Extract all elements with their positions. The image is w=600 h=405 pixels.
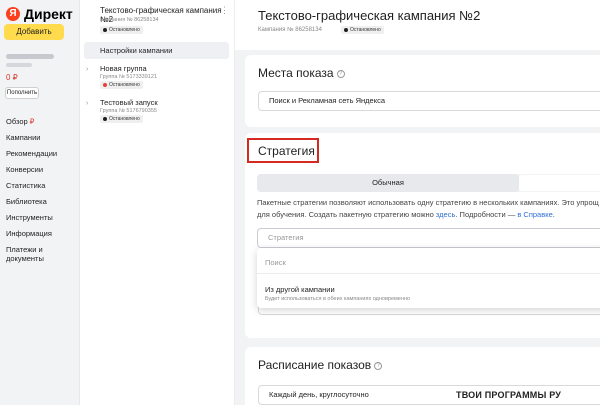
dropdown-option-hint: Будет использоваться в обеих кампаниях о… [265, 296, 410, 302]
nav-item-library[interactable]: Библиотека [6, 194, 66, 210]
status-badge: Остановлено [100, 115, 143, 123]
status-text: Остановлено [350, 27, 381, 33]
info-icon[interactable]: ? [374, 361, 383, 370]
account-login-blurred [6, 63, 32, 67]
divider [257, 273, 600, 274]
group-item[interactable]: › Новая группа Группа № 5173339121 Остан… [84, 64, 229, 92]
status-dot-icon [103, 117, 107, 121]
campaign-number: Кампания № 86258134 [258, 27, 322, 33]
nav-item-campaigns[interactable]: Кампании [6, 130, 66, 146]
status-badge: Остановлено [341, 26, 384, 34]
strategy-select[interactable]: Стратегия [257, 228, 600, 248]
placement-select[interactable]: Поиск и Рекламная сеть Яндекса [258, 91, 600, 111]
nav-menu: Обзор ₽ Кампании Рекомендации Конверсии С… [6, 114, 66, 263]
group-number: Группа № 5176790355 [100, 108, 157, 114]
tab-package[interactable] [519, 175, 600, 191]
schedule-title-text: Расписание показов [258, 358, 372, 372]
tab-regular[interactable]: Обычная [257, 174, 519, 192]
help-link[interactable]: в Справке [517, 210, 552, 219]
nav-item-statistics[interactable]: Статистика [6, 178, 66, 194]
page-title: Текстово-графическая кампания №2 [258, 8, 481, 23]
nav-item-tools[interactable]: Инструменты [6, 210, 66, 226]
strategy-dropdown: Поиск Из другой кампании Будет использов… [257, 248, 600, 308]
strategy-description: Пакетные стратегии позволяют использоват… [257, 197, 600, 221]
dropdown-search-input[interactable]: Поиск [265, 258, 286, 267]
status-dot-icon [344, 28, 348, 32]
more-options-icon[interactable]: ⋮ [220, 5, 229, 16]
status-badge: Остановлено [100, 26, 143, 34]
nav-item-overview[interactable]: Обзор ₽ [6, 114, 66, 130]
status-text: Остановлено [109, 116, 140, 122]
nav-item-recommendations[interactable]: Рекомендации [6, 146, 66, 162]
add-button[interactable]: Добавить [4, 24, 64, 40]
group-name: Тестовый запуск [100, 98, 158, 107]
logo-text: Директ [24, 6, 73, 22]
strategy-highlight-frame [247, 138, 319, 163]
ruble-icon: ₽ [29, 117, 35, 126]
group-item[interactable]: › Тестовый запуск Группа № 5176790355 Ос… [84, 98, 229, 126]
balance: 0 ₽ [6, 73, 18, 82]
account-name-blurred [6, 54, 54, 59]
create-package-link[interactable]: здесь [436, 210, 455, 219]
info-icon[interactable]: ? [336, 69, 345, 78]
topup-button[interactable]: Пополнить [5, 87, 39, 99]
campaign-settings-item[interactable]: Настройки кампании [84, 42, 229, 59]
watermark: ТВОИ ПРОГРАММЫ РУ [456, 390, 562, 400]
strategy-type-switch[interactable]: Обычная [257, 174, 600, 192]
campaign-number: Кампания № 86258134 [100, 17, 159, 23]
description-text: для обучения. Создать пакетную стратегию… [257, 210, 436, 219]
nav-item-label: Обзор [6, 117, 28, 126]
status-dot-icon [103, 28, 107, 32]
description-line: Пакетные стратегии позволяют использоват… [257, 198, 599, 207]
main-content: Текстово-графическая кампания №2 Кампани… [235, 0, 600, 405]
placement-title: Места показа? [258, 66, 345, 80]
description-text: . Подробности — [455, 210, 518, 219]
placement-card: Места показа? Поиск и Рекламная сеть Янд… [245, 55, 600, 127]
chevron-right-icon[interactable]: › [86, 100, 88, 107]
group-number: Группа № 5173339121 [100, 74, 157, 80]
yandex-logo-icon: Я [6, 7, 20, 21]
logo[interactable]: Я Директ [6, 6, 73, 22]
nav-item-payments[interactable]: Платежи и документы [6, 242, 66, 263]
nav-item-label: Платежи и документы [6, 245, 44, 263]
chevron-right-icon[interactable]: › [86, 66, 88, 73]
nav-item-conversions[interactable]: Конверсии [6, 162, 66, 178]
schedule-title: Расписание показов? [258, 358, 383, 372]
group-name: Новая группа [100, 64, 147, 73]
description-line: для обучения. Создать пакетную стратегию… [257, 209, 600, 221]
dropdown-option[interactable]: Из другой кампании [265, 285, 335, 294]
status-dot-icon [103, 83, 107, 87]
description-text: . [552, 210, 555, 219]
page-header: Текстово-графическая кампания №2 Кампани… [235, 0, 600, 50]
campaign-panel: Текстово-графическая кампания №2 ⋮ Кампа… [80, 0, 235, 405]
status-text: Остановлено [109, 82, 140, 88]
left-navigation: Я Директ Добавить 0 ₽ Пополнить Обзор ₽ К… [0, 0, 80, 405]
placement-title-text: Места показа [258, 66, 334, 80]
nav-item-information[interactable]: Информация [6, 226, 66, 242]
status-badge: Остановлено [100, 81, 143, 89]
status-text: Остановлено [109, 27, 140, 33]
